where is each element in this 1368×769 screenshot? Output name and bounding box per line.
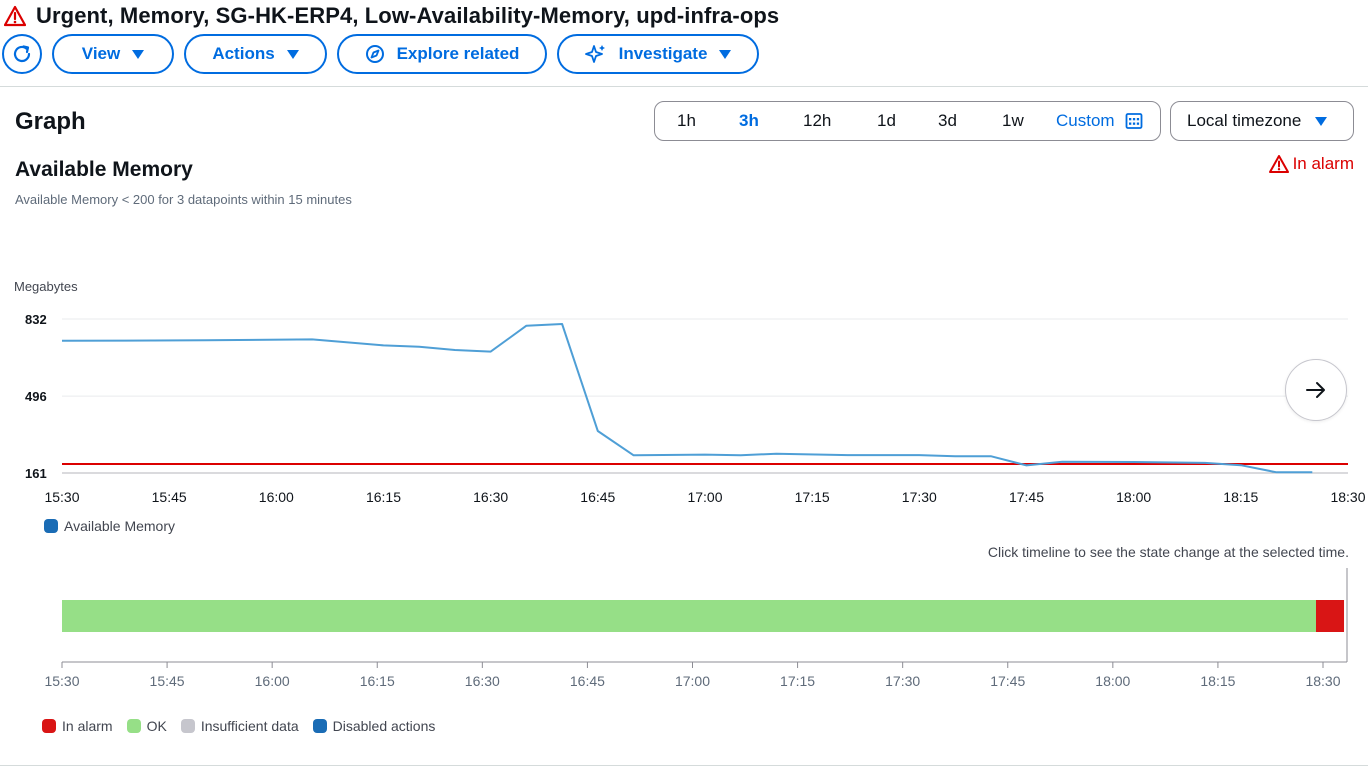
x-tick-label: 16:45 — [580, 489, 615, 505]
timeline-tick-label: 18:30 — [1305, 673, 1340, 689]
x-tick-label: 16:30 — [473, 489, 508, 505]
chart-legend: Available Memory — [44, 518, 175, 534]
explore-related-label: Explore related — [396, 44, 520, 63]
timeline-tick-label: 17:45 — [990, 673, 1025, 689]
timeline-segment-ok[interactable] — [62, 600, 1316, 632]
toolbar: View Actions Explore related Investigate — [2, 34, 759, 74]
y-axis-label: Megabytes — [14, 279, 78, 294]
custom-label: Custom — [1056, 111, 1115, 130]
in-alarm-swatch — [42, 719, 56, 733]
graph-heading: Graph — [15, 108, 86, 135]
y-tick-label: 161 — [25, 466, 47, 481]
series-line-available-memory[interactable] — [61, 323, 1313, 474]
actions-label: Actions — [212, 44, 275, 63]
timeline-tick-label: 16:30 — [465, 673, 500, 689]
next-period-button[interactable] — [1285, 359, 1347, 421]
legend-in-alarm: In alarm — [42, 718, 113, 734]
investigate-label: Investigate — [618, 44, 708, 63]
x-tick-label: 18:15 — [1223, 489, 1258, 505]
x-tick-label: 15:30 — [44, 489, 79, 505]
x-tick-label: 17:30 — [902, 489, 937, 505]
x-tick-label: 16:15 — [366, 489, 401, 505]
x-tick-label: 17:15 — [795, 489, 830, 505]
alarm-state-label: In alarm — [1292, 154, 1354, 173]
timeline-tick-label: 17:15 — [780, 673, 815, 689]
series-legend-label: Available Memory — [64, 518, 176, 534]
view-button[interactable]: View — [52, 34, 174, 74]
range-1h[interactable]: 1h — [677, 111, 696, 131]
arrow-right-icon — [1306, 382, 1325, 398]
x-tick-label: 17:45 — [1009, 489, 1044, 505]
alarm-header: Urgent, Memory, SG-HK-ERP4, Low-Availabi… — [4, 2, 779, 30]
caret-down-icon — [132, 49, 145, 59]
memory-line-chart: Megabytes 832 496 161 15:30 15:45 16:00 16:15 16… — [14, 279, 1366, 505]
y-tick-label: 832 — [25, 312, 47, 327]
timezone-select[interactable]: Local timezone — [1170, 101, 1354, 141]
actions-button[interactable]: Actions — [184, 34, 327, 74]
timeline-tick-label: 15:30 — [44, 673, 79, 689]
timeline-tick-label: 15:45 — [150, 673, 185, 689]
alarm-description: Available Memory < 200 for 3 datapoints … — [15, 192, 352, 207]
x-tick-label: 18:30 — [1330, 489, 1365, 505]
sparkle-icon — [584, 45, 605, 63]
legend-label: Disabled actions — [332, 718, 436, 734]
legend-disabled: Disabled actions — [312, 718, 436, 734]
refresh-icon — [13, 45, 31, 63]
timeline-tick-label: 16:00 — [255, 673, 290, 689]
page-title: Urgent, Memory, SG-HK-ERP4, Low-Availabi… — [36, 3, 780, 28]
x-tick-label: 15:45 — [152, 489, 187, 505]
legend-label: In alarm — [62, 718, 113, 734]
legend-label: OK — [146, 718, 167, 734]
legend-insufficient: Insufficient data — [180, 718, 299, 734]
timeline-segment-in-alarm[interactable] — [1315, 600, 1345, 632]
legend-ok: OK — [126, 718, 167, 734]
investigate-button[interactable]: Investigate — [557, 34, 759, 74]
x-tick-label: 17:00 — [687, 489, 722, 505]
alarm-state-badge: In alarm — [1268, 154, 1354, 174]
timeline-tick-label: 16:15 — [360, 673, 395, 689]
timeline-tick-label: 17:30 — [885, 673, 920, 689]
range-1d[interactable]: 1d — [877, 111, 896, 131]
caret-down-icon — [1315, 116, 1328, 126]
timezone-label: Local timezone — [1187, 111, 1302, 130]
ok-swatch — [126, 719, 141, 733]
timeline-hint: Click timeline to see the state change a… — [987, 544, 1349, 560]
compass-icon — [365, 45, 384, 63]
refresh-button[interactable] — [2, 34, 42, 74]
series-swatch — [44, 519, 58, 533]
x-tick-label: 16:00 — [259, 489, 294, 505]
timeline-tick-label: 18:00 — [1095, 673, 1130, 689]
timeline-legend: In alarm OK Insufficient data Disabled a… — [42, 718, 435, 734]
caret-down-icon — [719, 49, 732, 59]
insufficient-swatch — [180, 719, 195, 733]
view-label: View — [81, 44, 121, 63]
alarm-name: Available Memory — [15, 158, 193, 181]
timeline-tick-label: 16:45 — [570, 673, 605, 689]
x-tick-label: 18:00 — [1116, 489, 1151, 505]
explore-related-button[interactable]: Explore related — [337, 34, 547, 74]
warning-triangle-icon — [1268, 155, 1289, 173]
range-3d[interactable]: 3d — [938, 111, 957, 131]
caret-down-icon — [286, 49, 299, 59]
warning-triangle-icon — [4, 5, 26, 27]
y-tick-label: 496 — [25, 389, 47, 404]
timeline-tick-label: 17:00 — [675, 673, 710, 689]
disabled-swatch — [312, 719, 327, 733]
timeline-tick-label: 18:15 — [1200, 673, 1235, 689]
range-3h[interactable]: 3h — [739, 111, 759, 131]
time-range-selector: 1h 3h 12h 1d 3d 1w Custom — [654, 101, 1161, 141]
calendar-icon — [1125, 113, 1142, 129]
range-custom[interactable]: Custom — [1056, 111, 1143, 131]
state-timeline[interactable]: 15:30 15:45 16:00 16:15 16:30 16:45 17:00 17:15… — [0, 560, 1368, 700]
range-12h[interactable]: 12h — [803, 111, 831, 131]
legend-label: Insufficient data — [200, 718, 299, 734]
range-1w[interactable]: 1w — [1002, 111, 1024, 131]
